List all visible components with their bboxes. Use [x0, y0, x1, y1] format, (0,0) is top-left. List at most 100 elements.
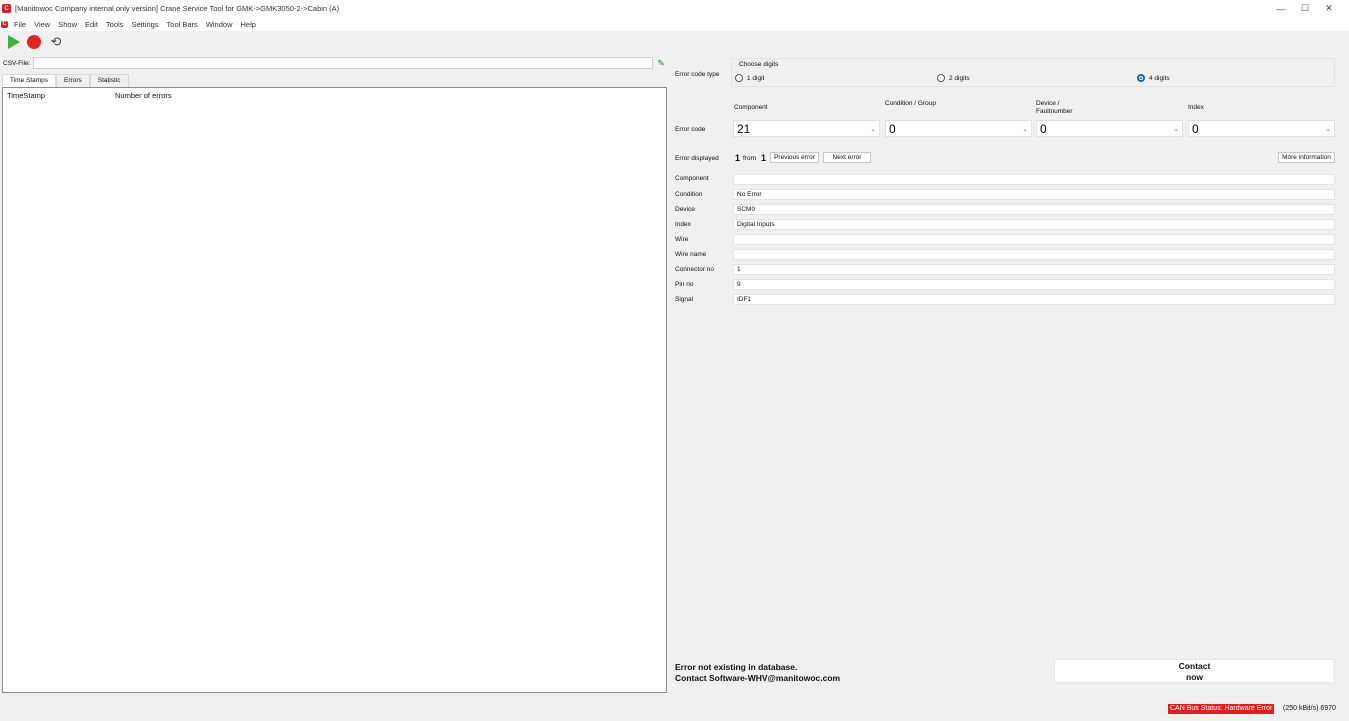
index-header: Index — [1188, 104, 1204, 111]
contact-now-line2: now — [1186, 672, 1203, 682]
csv-file-label: CSV-File: — [3, 60, 31, 67]
detail-field-wire-name — [733, 249, 1335, 260]
error-message: Error not existing in database. Contact … — [675, 662, 840, 684]
radio-1-digit-label: 1 digit — [747, 74, 765, 82]
column-timestamp[interactable]: TimeStamp — [3, 91, 111, 100]
menu-bar: C File View Show Edit Tools Settings Too… — [0, 17, 1349, 31]
component-select[interactable]: 21 ⌄ — [733, 120, 880, 137]
maximize-button[interactable]: ☐ — [1293, 0, 1317, 17]
index-value: 0 — [1192, 122, 1199, 136]
error-message-line2: Contact Software-WHV@manitowoc.com — [675, 673, 841, 683]
previous-error-button[interactable]: Previous error — [770, 152, 819, 163]
play-icon — [7, 35, 20, 49]
detail-field-pin-no: 9 — [733, 279, 1335, 290]
menu-tool-bars[interactable]: Tool Bars — [163, 20, 202, 29]
left-tabs: Time Stamps Errors Statistic — [2, 74, 129, 87]
detail-label-index: Index — [675, 221, 691, 228]
radio-4-digits-selected-icon — [1137, 74, 1145, 82]
window-title: [Manitowoc Company internal only version… — [15, 4, 340, 13]
title-bar: C [Manitowoc Company internal only versi… — [0, 0, 1349, 17]
radio-2-digits[interactable]: 2 digits — [937, 74, 970, 82]
tab-errors[interactable]: Errors — [56, 74, 90, 87]
app-logo-icon: C — [2, 4, 11, 13]
loop-icon: ⟲ — [50, 34, 62, 49]
radio-1-digit-icon — [735, 74, 743, 82]
menu-edit[interactable]: Edit — [81, 20, 102, 29]
chevron-down-icon: ⌄ — [1173, 126, 1179, 133]
detail-field-component — [733, 174, 1335, 185]
component-header: Component — [734, 104, 768, 111]
device-faultnumber-header: Device / Faultnumber — [1036, 100, 1073, 115]
contact-now-button[interactable]: Contact now — [1054, 659, 1335, 683]
menu-settings[interactable]: Settings — [127, 20, 162, 29]
error-total-number: 1 — [761, 153, 767, 163]
detail-field-device: SCM0 — [733, 204, 1335, 215]
menu-show[interactable]: Show — [54, 20, 81, 29]
detail-label-pin-no: Pin no — [675, 281, 694, 288]
condition-select[interactable]: 0 ⌄ — [885, 120, 1032, 137]
can-bus-rate: (250 kBit/s) 6970 — [1283, 705, 1336, 712]
tab-statistic[interactable]: Statistic — [89, 74, 129, 87]
error-code-label: Error code — [675, 126, 706, 133]
chevron-down-icon: ⌄ — [1022, 126, 1028, 133]
minimize-button[interactable]: — — [1269, 0, 1293, 17]
status-bar: CAN Bus Status: Hardware Error (250 kBit… — [0, 702, 1349, 721]
menu-app-icon[interactable]: C — [1, 20, 8, 28]
detail-label-device: Device — [675, 206, 695, 213]
contact-now-line1: Contact — [1178, 661, 1211, 671]
detail-label-signal: Signal — [675, 296, 694, 303]
detail-field-signal: IDF1 — [733, 294, 1335, 305]
menu-tools[interactable]: Tools — [102, 20, 128, 29]
choose-digits-title: Choose digits — [739, 61, 779, 68]
detail-field-connector-no: 1 — [733, 264, 1335, 275]
can-bus-status-badge: CAN Bus Status: Hardware Error — [1168, 704, 1275, 714]
condition-group-header: Condition / Group — [885, 100, 936, 107]
detail-field-wire — [733, 234, 1335, 245]
menu-file[interactable]: File — [10, 20, 30, 29]
refresh-button[interactable]: ⟲ — [46, 32, 66, 52]
detail-label-wire: Wire — [675, 236, 689, 243]
detail-field-index: Digital Inputs — [733, 219, 1335, 230]
detail-label-wire-name: Wire name — [675, 251, 707, 258]
radio-4-digits[interactable]: 4 digits — [1137, 74, 1170, 82]
close-button[interactable]: ✕ — [1317, 0, 1341, 17]
chevron-down-icon: ⌄ — [1325, 126, 1331, 133]
next-error-button[interactable]: Next error — [823, 152, 871, 163]
device-value: 0 — [1040, 122, 1047, 136]
record-button[interactable] — [24, 32, 44, 52]
detail-label-component: Component — [675, 175, 709, 182]
device-select[interactable]: 0 ⌄ — [1036, 120, 1183, 137]
csv-browse-icon[interactable]: ✎ — [656, 57, 666, 69]
detail-label-condition: Condition — [675, 191, 703, 198]
tab-time-stamps[interactable]: Time Stamps — [2, 74, 57, 87]
index-select[interactable]: 0 ⌄ — [1188, 120, 1335, 137]
chevron-down-icon: ⌄ — [870, 126, 876, 133]
component-value: 21 — [737, 122, 751, 136]
more-information-button[interactable]: More information — [1278, 152, 1335, 163]
detail-label-connector-no: Connector no — [675, 266, 715, 273]
menu-view[interactable]: View — [30, 20, 54, 29]
start-button[interactable] — [2, 32, 22, 52]
list-header: TimeStamp Number of errors — [3, 88, 666, 102]
window-controls: — ☐ ✕ — [1269, 0, 1341, 17]
record-icon — [27, 35, 41, 49]
radio-2-digits-icon — [937, 74, 945, 82]
timestamp-list[interactable]: TimeStamp Number of errors — [2, 87, 667, 693]
radio-2-digits-label: 2 digits — [949, 74, 970, 82]
error-message-line1: Error not existing in database. — [675, 662, 798, 672]
condition-value: 0 — [889, 122, 896, 136]
radio-1-digit[interactable]: 1 digit — [735, 74, 764, 82]
menu-help[interactable]: Help — [237, 20, 260, 29]
error-from-label: from — [743, 155, 756, 162]
radio-4-digits-label: 4 digits — [1149, 74, 1170, 82]
main-window: C [Manitowoc Company internal only versi… — [0, 0, 1349, 721]
choose-digits-group: Choose digits 1 digit 2 digits 4 digits — [731, 58, 1335, 87]
toolbar: ⟲ — [0, 31, 1349, 53]
menu-window[interactable]: Window — [202, 20, 237, 29]
error-current-number: 1 — [735, 153, 741, 163]
error-displayed-label: Error displayed — [675, 155, 719, 162]
error-code-type-label: Error code type — [675, 71, 720, 78]
column-number-of-errors[interactable]: Number of errors — [111, 91, 172, 100]
csv-file-input[interactable] — [33, 57, 653, 69]
detail-field-condition: No Error — [733, 189, 1335, 200]
